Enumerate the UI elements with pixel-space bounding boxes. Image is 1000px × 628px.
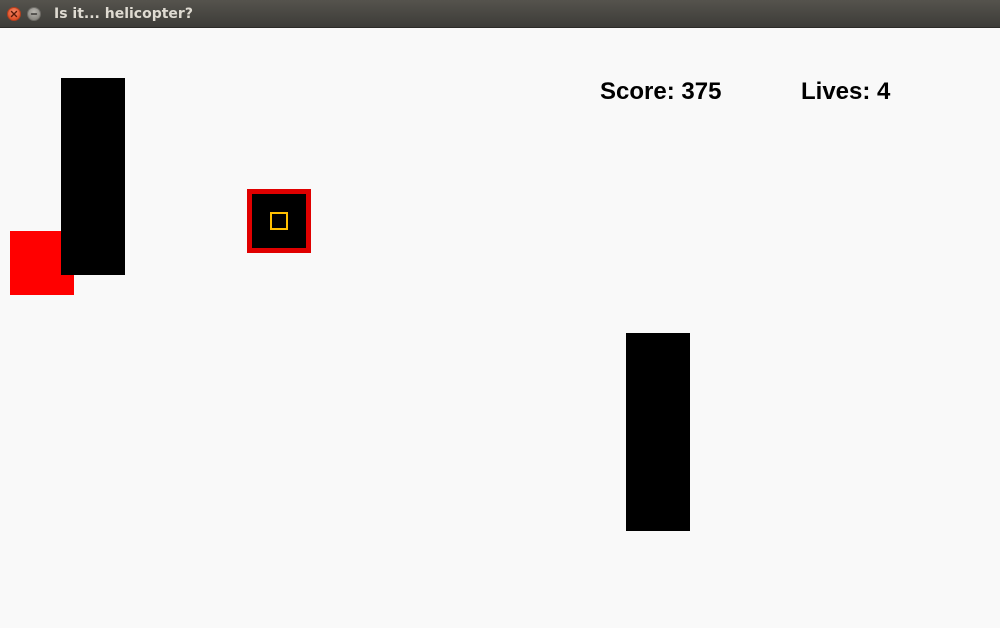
game-window: Is it... helicopter? Score: 375 Lives: 4: [0, 0, 1000, 628]
lives-value: 4: [877, 78, 891, 105]
game-canvas[interactable]: Score: 375 Lives: 4: [0, 28, 1000, 628]
lives-label: Lives:: [801, 78, 871, 105]
minimize-button[interactable]: [27, 7, 41, 21]
obstacle-top-left: [61, 78, 125, 275]
score-label: Score:: [600, 78, 675, 105]
close-icon: [10, 10, 18, 18]
lives-display: Lives: 4: [801, 78, 890, 106]
minimize-icon: [30, 13, 38, 15]
score-value: 375: [681, 78, 722, 105]
pickup-item: [247, 189, 311, 253]
close-button[interactable]: [7, 7, 21, 21]
title-bar: Is it... helicopter?: [0, 0, 1000, 28]
obstacle-bottom: [626, 333, 690, 531]
window-title: Is it... helicopter?: [54, 6, 193, 22]
pickup-core-icon: [270, 212, 288, 230]
score-display: Score: 375: [600, 78, 721, 106]
